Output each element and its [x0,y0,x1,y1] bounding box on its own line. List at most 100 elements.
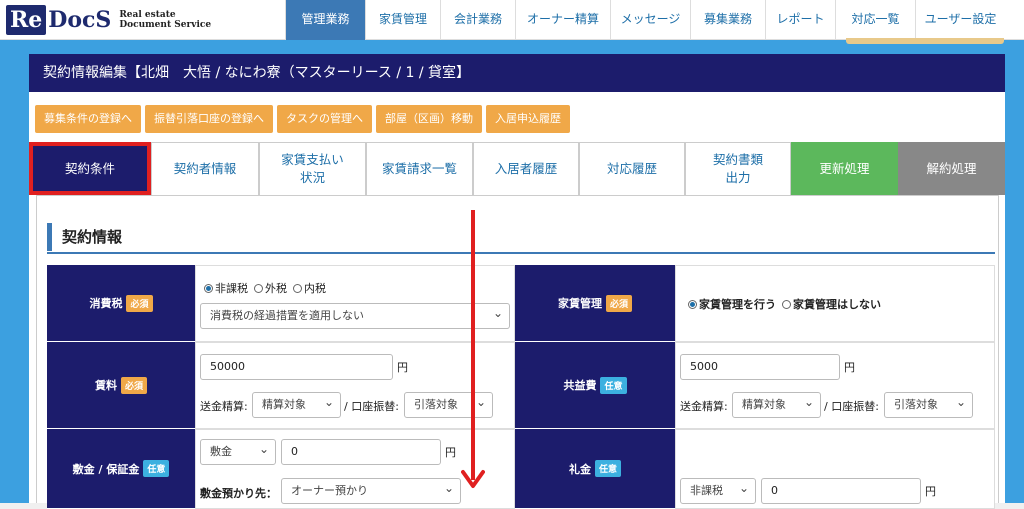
rent-cell: 50000 円 送金精算: 精算対象 / 口座振替: 引落対象 [195,342,515,429]
register-account-button[interactable]: 振替引落口座の登録へ [145,105,273,133]
rent-send-label: 送金精算: [200,400,248,413]
common-fee-send-select[interactable]: 精算対象 [732,390,821,418]
logo-subtitle-line2: Document Service [119,20,212,30]
tax-option-label: 内税 [304,282,326,295]
rent-mgmt-option-label: 家賃管理を行う [699,298,776,311]
task-manage-button[interactable]: タスクの管理へ [277,105,372,133]
logo-re-text: Re [10,7,43,33]
tax-transition-select[interactable]: 消費税の経過措置を適用しない [200,301,510,329]
radio-icon [254,283,263,293]
deposit-label-text: 敷金 / 保証金 [72,462,140,476]
nav-item-boshu[interactable]: 募集業務 [690,0,765,40]
logo-subtitle: Real estate Document Service [119,10,211,30]
optional-badge: 任意 [600,376,627,394]
consumption-tax-label: 消費税 必須 [47,265,195,342]
rent-label-text: 賃料 [94,379,117,392]
required-badge: 必須 [605,294,632,312]
radio-icon [293,283,302,293]
rent-unit: 円 [397,361,408,374]
common-fee-input[interactable]: 5000 [680,354,840,380]
consumption-tax-radios: 非課税 外税 内税 [204,280,326,296]
dropdown-edge [846,38,1004,44]
nav-item-taiou[interactable]: 対応一覧 [835,0,915,40]
tab-cancellation[interactable]: 解約処理 [898,142,1005,195]
radio-selected-icon [688,299,697,309]
rent-mgmt-option-label: 家賃管理はしない [793,298,881,311]
rent-management-radios: 家賃管理を行う 家賃管理はしない [688,296,881,312]
rent-input[interactable]: 50000 [200,354,393,380]
nav-item-user-settings[interactable]: ユーザー設定 [915,0,1005,40]
register-recruit-button[interactable]: 募集条件の登録へ [35,105,141,133]
rent-mgmt-radio-yes[interactable]: 家賃管理を行う [688,296,776,312]
rent-mgmt-radio-no[interactable]: 家賃管理はしない [782,296,881,312]
section-title: 契約情報 [47,223,122,251]
required-badge: 必須 [126,294,153,312]
tax-option-label: 非課税 [215,282,248,295]
application-history-button[interactable]: 入居申込履歴 [486,105,570,133]
common-fee-unit: 円 [844,361,855,374]
deposit-holder-label: 敷金預かり先： [200,487,277,500]
key-money-input[interactable]: 0 [761,478,921,504]
scroll-down-arrow-icon [461,470,485,488]
action-buttons: 募集条件の登録へ 振替引落口座の登録へ タスクの管理へ 部屋（区画）移動 入居申… [35,105,570,133]
tab-renewal[interactable]: 更新処理 [791,142,898,195]
common-fee-label: 共益費 任意 [515,342,675,429]
panel-title: 契約情報編集【北畑 大悟 / なにわ寮（マスターリース / 1 / 貸室】 [29,54,1005,92]
tab-response-history[interactable]: 対応履歴 [579,142,685,195]
tab-bar: 契約条件 契約者情報 家賃支払い 状況 家賃請求一覧 入居者履歴 対応履歴 契約… [29,142,1005,195]
tab-tenant-history[interactable]: 入居者履歴 [473,142,579,195]
common-fee-cell: 5000 円 送金精算: 精算対象 / 口座振替: 引落対象 [675,342,995,429]
key-money-label-text: 礼金 [568,462,591,476]
deposit-input[interactable]: 0 [281,439,441,465]
tab-rent-invoices[interactable]: 家賃請求一覧 [366,142,473,195]
top-bar: Re DocS Real estate Document Service 管理業… [0,0,1024,40]
rent-send-select[interactable]: 精算対象 [252,390,341,418]
consumption-tax-label-text: 消費税 [89,297,123,310]
radio-selected-icon [204,283,213,293]
rent-account-select[interactable]: 引落対象 [404,390,493,418]
scroll-down-arrow-shaft [471,210,475,480]
required-badge: 必須 [120,376,147,394]
contract-edit-panel: 契約情報編集【北畑 大悟 / なにわ寮（マスターリース / 1 / 貸室】 募集… [29,54,1005,509]
nav-item-owner[interactable]: オーナー精算 [515,0,610,40]
contract-info-section: 契約情報 消費税必須 非課税 外税 内税 消費税の経過措置を適用しない 家賃管理… [36,195,999,509]
key-money-cell: 非課税 0 円 [675,429,995,509]
tax-radio-included[interactable]: 内税 [293,280,326,296]
room-move-button[interactable]: 部屋（区画）移動 [376,105,482,133]
rent-label: 賃料 必須 [47,342,195,429]
tab-rent-payment[interactable]: 家賃支払い 状況 [259,142,366,195]
rent-management-label: 家賃管理 必須 [515,265,675,342]
logo-docs-text: DocS [48,7,112,33]
logo-mark: Re [6,5,47,35]
tab-contract-docs[interactable]: 契約書類 出力 [685,142,791,195]
tab-contractor-info[interactable]: 契約者情報 [151,142,259,195]
nav-item-kanri[interactable]: 管理業務 [285,0,365,40]
optional-badge: 任意 [143,460,170,477]
key-money-tax-select[interactable]: 非課税 [680,476,756,504]
main-nav: 管理業務 家賃管理 会計業務 オーナー精算 メッセージ 募集業務 レポート 対応… [285,0,1005,40]
common-fee-send-label: 送金精算: [680,400,728,413]
tab-contract-terms[interactable]: 契約条件 [29,142,151,195]
tax-option-label: 外税 [265,282,287,295]
rent-management-cell: 家賃管理を行う 家賃管理はしない [675,265,995,342]
common-fee-account-select[interactable]: 引落対象 [884,390,973,418]
key-money-unit: 円 [925,485,936,498]
consumption-tax-cell: 非課税 外税 内税 消費税の経過措置を適用しない [195,265,515,342]
key-money-label: 礼金 任意 [515,429,675,509]
deposit-type-select[interactable]: 敷金 [200,437,276,465]
common-fee-label-text: 共益費 [563,379,597,392]
optional-badge: 任意 [594,460,621,477]
tax-radio-excluded[interactable]: 外税 [254,280,287,296]
nav-item-message[interactable]: メッセージ [610,0,690,40]
deposit-holder-select[interactable]: オーナー預かり [281,476,461,504]
nav-item-yachin[interactable]: 家賃管理 [365,0,440,40]
nav-item-kaikei[interactable]: 会計業務 [440,0,515,40]
tax-radio-exempt[interactable]: 非課税 [204,280,248,296]
rent-management-label-text: 家賃管理 [557,297,602,310]
section-divider [47,252,995,254]
nav-item-report[interactable]: レポート [765,0,835,40]
app-logo[interactable]: Re DocS Real estate Document Service [6,5,211,35]
deposit-label: 敷金 / 保証金 任意 [47,429,195,509]
rent-account-label: / 口座振替: [344,400,399,413]
radio-icon [782,299,791,309]
